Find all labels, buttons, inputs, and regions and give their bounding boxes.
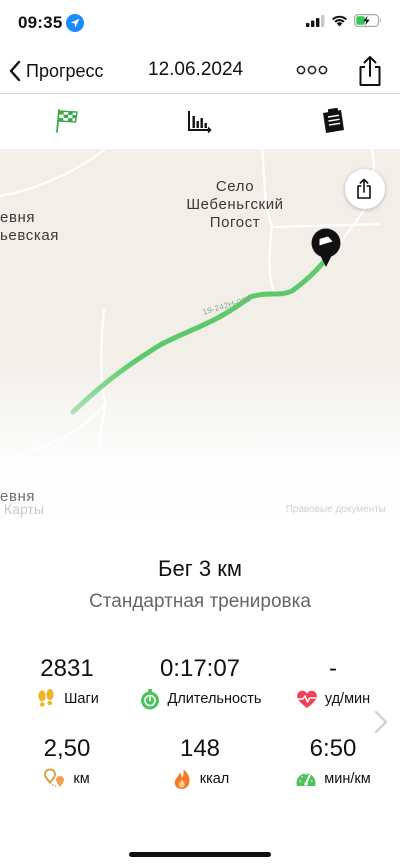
speedometer-icon xyxy=(296,773,316,786)
map-label-village-left: евня ьевская xyxy=(0,209,59,245)
flame-icon xyxy=(174,769,190,789)
stopwatch-icon xyxy=(140,689,159,710)
finish-pin-icon xyxy=(311,228,341,267)
workout-title: Бег 3 км xyxy=(158,556,242,581)
chevron-right-icon xyxy=(374,710,388,734)
more-options-button[interactable] xyxy=(296,60,328,80)
page-title: 12.06.2024 xyxy=(148,59,244,80)
status-bar: 09:35 xyxy=(0,0,400,48)
stat-label: ккал xyxy=(199,771,230,787)
cellular-signal-icon xyxy=(306,14,325,27)
stat-heart-rate: - уд/мин xyxy=(266,654,400,710)
location-arrow-icon xyxy=(66,14,84,32)
stat-label: Длительность xyxy=(167,691,262,707)
maps-logo: Карты xyxy=(4,501,44,517)
wifi-icon xyxy=(332,15,347,26)
bar-chart-icon xyxy=(188,111,212,134)
chevron-left-icon xyxy=(9,60,21,82)
route-map[interactable]: евня ьевская Село Шебеньгский Погост 19-… xyxy=(0,149,400,529)
home-indicator[interactable] xyxy=(129,852,271,857)
stat-label: км xyxy=(73,771,90,787)
workout-subtitle: Стандартная тренировка xyxy=(89,591,311,612)
share-icon xyxy=(357,178,371,199)
location-pin-icon xyxy=(44,768,65,787)
share-icon xyxy=(359,56,381,86)
stat-value: 6:50 xyxy=(309,735,357,762)
tab-notes[interactable] xyxy=(319,107,347,135)
checkered-flag-icon xyxy=(56,109,78,133)
footprints-icon xyxy=(38,688,54,707)
legal-link[interactable]: Правовые документы xyxy=(286,504,386,515)
map-label-text: евня ьевская xyxy=(0,209,60,244)
notes-icon xyxy=(323,107,344,133)
stat-value: - xyxy=(329,655,337,682)
map-label-text: Село Шебеньгский Погост xyxy=(186,178,284,231)
back-label: Прогресс xyxy=(26,60,104,81)
stat-label: Шаги xyxy=(64,691,99,707)
share-button[interactable] xyxy=(357,55,383,87)
stat-pace: 6:50 мин/км xyxy=(266,734,400,790)
stat-calories: 148 ккал xyxy=(133,734,267,790)
status-indicators xyxy=(306,14,382,27)
battery-charging-icon xyxy=(354,14,381,27)
stat-value: 0:17:07 xyxy=(159,655,241,682)
navigation-bar: Прогресс 12.06.2024 xyxy=(0,48,400,94)
stat-label: уд/мин xyxy=(324,691,371,707)
stat-value: 2,50 xyxy=(43,735,91,762)
stat-value: 148 xyxy=(179,735,221,762)
status-time: 09:35 xyxy=(18,13,63,32)
heart-rate-icon xyxy=(296,690,317,708)
map-label-village: Село Шебеньгский Погост xyxy=(170,178,300,232)
map-share-button[interactable] xyxy=(345,169,385,209)
stat-label: мин/км xyxy=(324,771,371,787)
stat-duration: 0:17:07 Длительность xyxy=(133,654,267,710)
next-page-button[interactable] xyxy=(374,710,388,734)
stat-steps: 2831 Шаги xyxy=(0,654,134,710)
tab-bar xyxy=(0,95,400,149)
stat-distance: 2,50 км xyxy=(0,734,134,790)
tab-route[interactable] xyxy=(53,107,81,135)
tab-statistics[interactable] xyxy=(185,107,213,135)
more-dots-icon xyxy=(296,65,328,75)
stat-value: 2831 xyxy=(40,655,94,682)
back-button[interactable]: Прогресс xyxy=(8,56,104,86)
